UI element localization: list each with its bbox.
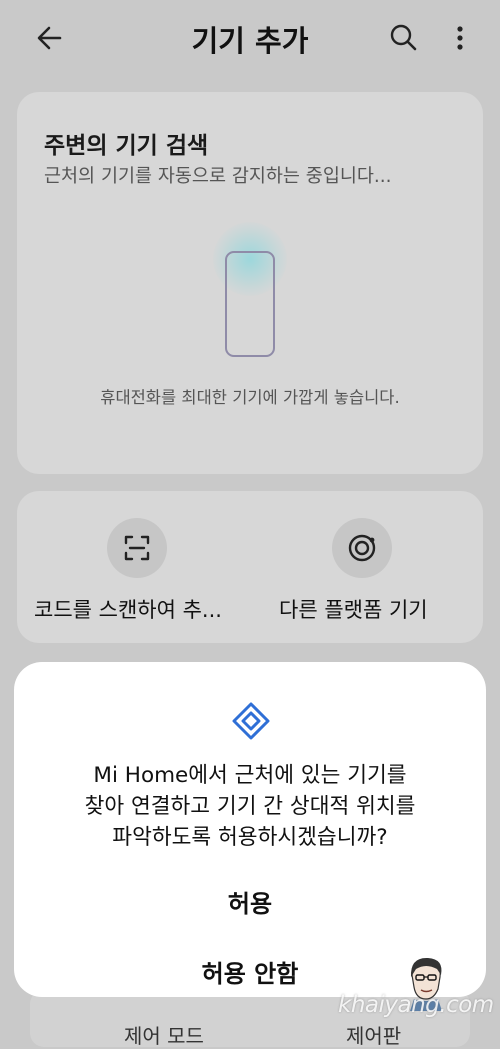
- page-title: 기기 추가: [191, 24, 309, 58]
- dialog-message-line: 파악하도록 허용하시겠습니까?: [112, 825, 388, 850]
- nearby-devices-permission-dialog: Mi Home에서 근처에 있는 기기를 찾아 연결하고 기기 간 상대적 위치…: [14, 662, 486, 997]
- top-app-bar: 기기 추가: [0, 0, 500, 78]
- other-platform-option-label[interactable]: 다른 플랫폼 기기: [279, 594, 428, 624]
- nearby-scan-card: 주변의 기기 검색 근처의 기기를 자동으로 감지하는 중입니다... 휴대전화…: [17, 92, 483, 474]
- search-icon: [390, 24, 417, 51]
- allow-button[interactable]: 허용: [94, 884, 406, 919]
- scan-code-option[interactable]: [107, 518, 167, 578]
- scan-card-subtitle: 근처의 기기를 자동으로 감지하는 중입니다...: [44, 166, 392, 187]
- deny-button[interactable]: 허용 안함: [94, 954, 406, 989]
- other-platform-option[interactable]: [332, 518, 392, 578]
- nearby-diamond-icon: [232, 702, 270, 740]
- control-panel-label: 제어판: [346, 1024, 402, 1048]
- control-mode-label: 제어 모드: [124, 1024, 204, 1048]
- more-vertical-icon: [457, 26, 463, 50]
- watermark-text: khaiyang.com: [338, 992, 494, 1018]
- phone-side-button: [273, 282, 275, 298]
- scan-code-option-label[interactable]: 코드를 스캔하여 추...: [34, 594, 222, 624]
- dialog-message-line: 찾아 연결하고 기기 간 상대적 위치를: [84, 794, 416, 819]
- more-options-button[interactable]: [446, 20, 474, 56]
- scan-card-title: 주변의 기기 검색: [44, 133, 209, 159]
- scan-code-icon: [124, 535, 150, 561]
- search-button[interactable]: [386, 20, 422, 56]
- scan-card-hint: 휴대전화를 최대한 기기에 가깝게 놓습니다.: [100, 388, 400, 407]
- phone-illustration-icon: [225, 251, 275, 357]
- dialog-message-line: Mi Home에서 근처에 있는 기기를: [93, 763, 407, 788]
- platform-icon: [348, 534, 376, 562]
- add-method-options-card: 코드를 스캔하여 추... 다른 플랫폼 기기: [17, 491, 483, 643]
- dialog-message: Mi Home에서 근처에 있는 기기를 찾아 연결하고 기기 간 상대적 위치…: [34, 760, 466, 853]
